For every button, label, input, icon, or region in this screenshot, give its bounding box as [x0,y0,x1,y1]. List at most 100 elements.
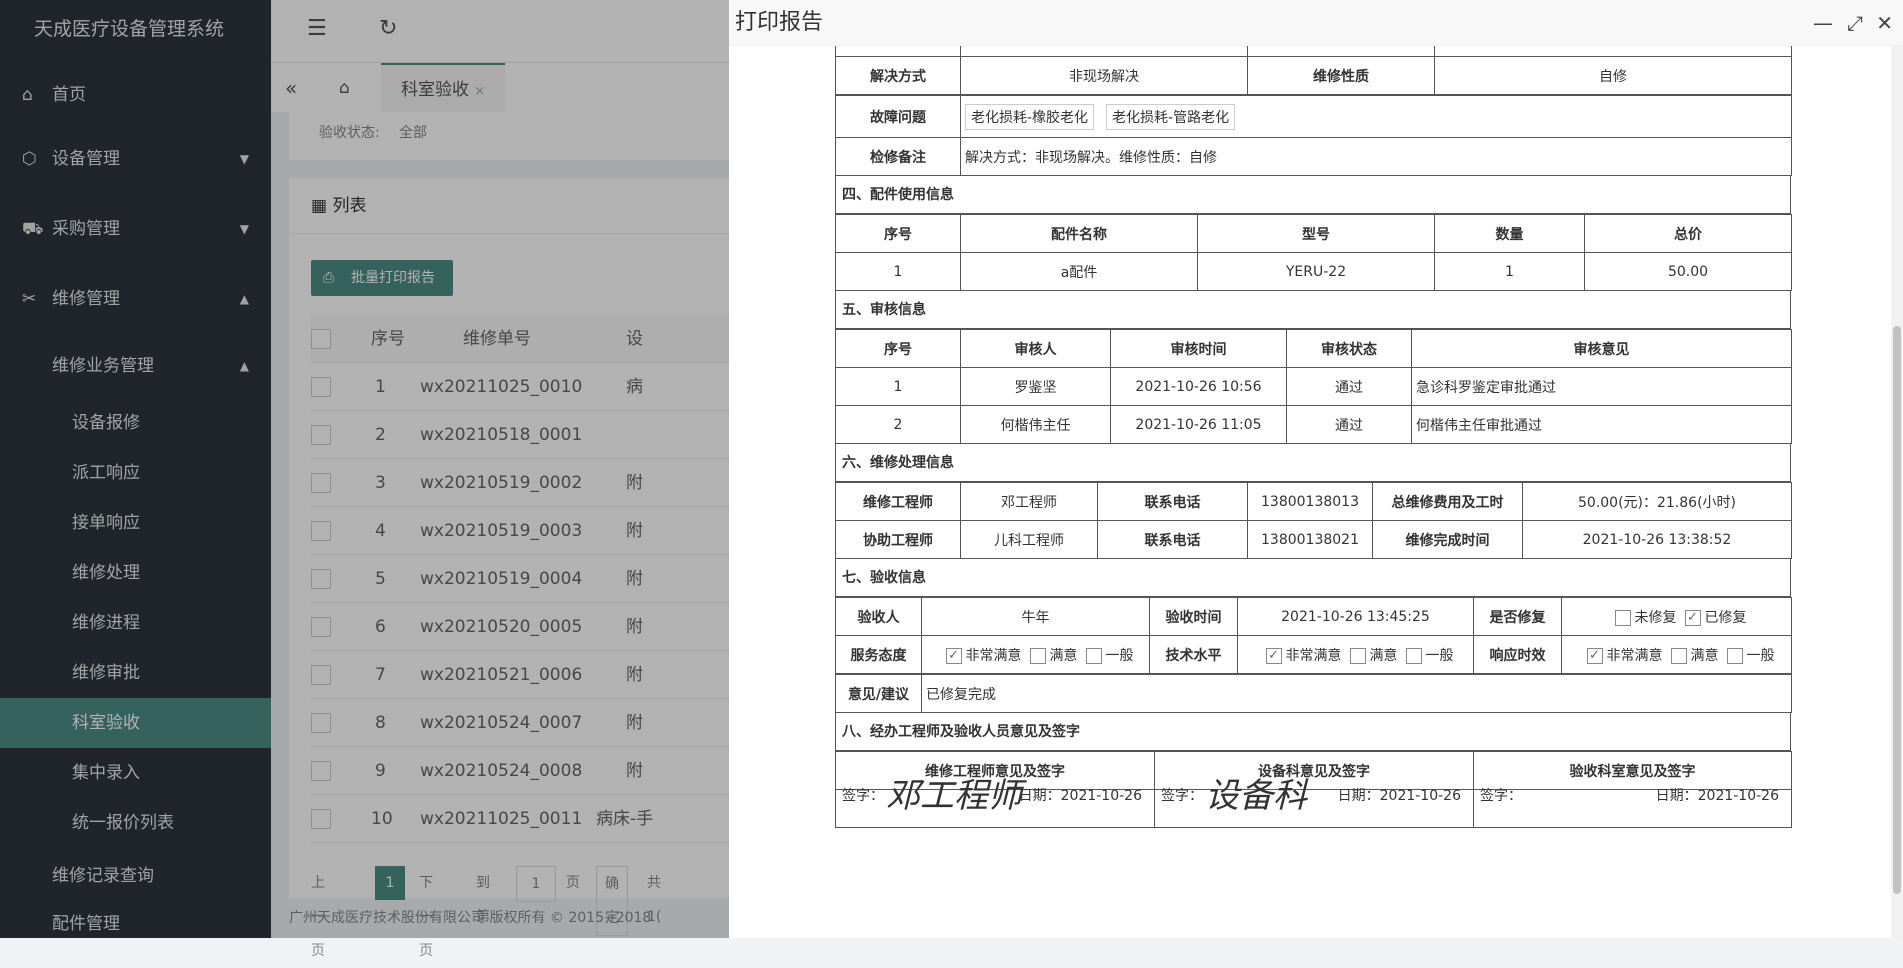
column-header: 审核人 [960,329,1111,368]
dept-signature-cell: 签字： 设备科 日期：2021-10-26 [1154,776,1474,828]
accept-table: 验收人 牛年 验收时间 2021-10-26 13:45:25 是否修复 未修复 ✓ 已修复 … [835,597,1792,674]
close-icon[interactable]: ✕ [1876,0,1893,46]
minimize-icon[interactable]: — [1813,0,1833,46]
phone-label: 联系电话 [1097,482,1248,521]
cell: 急诊科罗鉴定审批通过 [1411,367,1792,406]
response-label: 响应时效 [1473,635,1562,674]
option-label: 满意 [1049,647,1078,664]
response-options: ✓ 非常满意 满意 一般 [1561,635,1792,674]
assist-value: 儿科工程师 [960,520,1098,559]
cell: 2 [835,405,961,444]
sign-label: 签字： [1480,788,1522,804]
cost-value: 50.00(元)：21.86(小时) [1522,482,1792,521]
satisfied-checkbox[interactable] [1029,647,1046,664]
option-label: 一般 [1425,647,1454,664]
sign-label: 签字： [1161,788,1203,804]
cell: 通过 [1286,405,1412,444]
column-header: 验收科室意见及签字 [1473,751,1792,790]
maximize-icon[interactable]: ⤢ [1847,0,1863,46]
fault-tag: 老化损耗-橡胶老化 [965,103,1095,130]
cell-partial [1247,46,1435,57]
column-header: 总价 [1584,214,1792,253]
option-label: 一般 [1746,647,1775,664]
phone-value: 13800138013 [1247,482,1373,521]
engineer-signature-cell: 签字： 邓工程师 日期：2021-10-26 [835,776,1155,828]
parts-table: 序号 配件名称 型号 数量 总价 1 a配件 YERU-22 1 50.00 [835,214,1792,291]
accept-person-value: 牛年 [921,597,1150,636]
engineer-value: 邓工程师 [960,482,1098,521]
repair-section-title: 六、维修处理信息 [835,444,1791,482]
cell: 2021-10-26 11:05 [1110,405,1287,444]
finish-label: 维修完成时间 [1372,520,1523,559]
remark-label: 检修备注 [835,137,961,176]
column-header: 序号 [835,214,961,253]
resolve-table: 解决方式 非现场解决 维修性质 自修 [835,46,1792,95]
modal-title: 打印报告 [735,10,824,35]
report: 解决方式 非现场解决 维修性质 自修 故障问题 老化损耗-橡胶老化 老化损耗-管路老化 检… [835,46,1792,828]
advice-value: 已修复完成 [921,674,1792,713]
fixed-checkbox[interactable]: ✓ [1684,609,1701,626]
fault-label: 故障问题 [835,95,961,138]
cell-partial [835,46,961,57]
normal-checkbox[interactable] [1726,647,1743,664]
modal-scrollbar[interactable] [1891,46,1903,938]
modal-body: 解决方式 非现场解决 维修性质 自修 故障问题 老化损耗-橡胶老化 老化损耗-管路老化 检… [729,46,1903,938]
advice-table: 意见/建议 已修复完成 [835,674,1792,713]
fault-tags: 老化损耗-橡胶老化 老化损耗-管路老化 [960,95,1792,138]
cell: 50.00 [1584,252,1792,291]
column-header: 审核意见 [1411,329,1792,368]
assist-label: 协助工程师 [835,520,961,559]
column-header: 数量 [1434,214,1585,253]
finish-value: 2021-10-26 13:38:52 [1522,520,1792,559]
cell: a配件 [960,252,1198,291]
repair-table: 维修工程师 邓工程师 联系电话 13800138013 总维修费用及工时 50.00(元)… [835,482,1792,559]
cell: 1 [835,367,961,406]
accept-section-title: 七、验收信息 [835,559,1791,597]
table-row: 1 a配件 YERU-22 1 50.00 [835,252,1792,291]
tech-options: ✓ 非常满意 满意 一般 [1237,635,1474,674]
sign-label: 签字： [842,788,884,804]
service-options: ✓ 非常满意 满意 一般 [921,635,1150,674]
engineer-signature: 邓工程师 [886,776,1022,816]
normal-checkbox[interactable] [1405,647,1422,664]
table-row: 1 罗鉴坚 2021-10-26 10:56 通过 急诊科罗鉴定审批通过 [835,367,1792,406]
sign-date: 日期：2021-10-26 [1655,788,1779,804]
fault-table: 故障问题 老化损耗-橡胶老化 老化损耗-管路老化 检修备注 解决方式：非现场解决。维修… [835,95,1792,176]
normal-checkbox[interactable] [1085,647,1102,664]
unfixed-label: 未修复 [1634,609,1677,626]
sign-date: 日期：2021-10-26 [1337,788,1461,804]
satisfied-checkbox[interactable] [1670,647,1687,664]
service-label: 服务态度 [835,635,922,674]
option-label: 非常满意 [965,647,1022,664]
fixed-label: 是否修复 [1473,597,1562,636]
resolve-method-label: 解决方式 [835,56,961,95]
accept-time-value: 2021-10-26 13:45:25 [1237,597,1474,636]
audit-section-title: 五、审核信息 [835,291,1791,329]
very-satisfied-checkbox[interactable]: ✓ [1265,647,1282,664]
column-header: 设备科意见及签字 [1154,751,1474,790]
accept-time-label: 验收时间 [1149,597,1238,636]
column-header: 序号 [835,329,961,368]
table-row: 2 何楷伟主任 2021-10-26 11:05 通过 何楷伟主任审批通过 [835,405,1792,444]
very-satisfied-checkbox[interactable]: ✓ [1586,647,1603,664]
fixed-option-label: 已修复 [1704,609,1747,626]
repair-nature-label: 维修性质 [1247,56,1435,95]
phone-label: 联系电话 [1097,520,1248,559]
sign-section-title: 八、经办工程师及验收人员意见及签字 [835,713,1791,751]
cell: 1 [835,252,961,291]
phone-value: 13800138021 [1247,520,1373,559]
accept-person-label: 验收人 [835,597,922,636]
scrollbar-thumb[interactable] [1893,326,1901,894]
column-header: 审核时间 [1110,329,1287,368]
unfixed-checkbox[interactable] [1614,609,1631,626]
satisfied-checkbox[interactable] [1349,647,1366,664]
advice-label: 意见/建议 [835,674,922,713]
cell: 2021-10-26 10:56 [1110,367,1287,406]
option-label: 非常满意 [1606,647,1663,664]
very-satisfied-checkbox[interactable]: ✓ [945,647,962,664]
fixed-options: 未修复 ✓ 已修复 [1561,597,1792,636]
modal-title-bar: 打印报告 — ⤢ ✕ [729,0,1903,46]
print-report-modal: 打印报告 — ⤢ ✕ 解决方式 非现场解决 维修性质 自修 故障问题 老化损耗-橡胶老化… [729,0,1903,938]
engineer-label: 维修工程师 [835,482,961,521]
option-label: 非常满意 [1285,647,1342,664]
